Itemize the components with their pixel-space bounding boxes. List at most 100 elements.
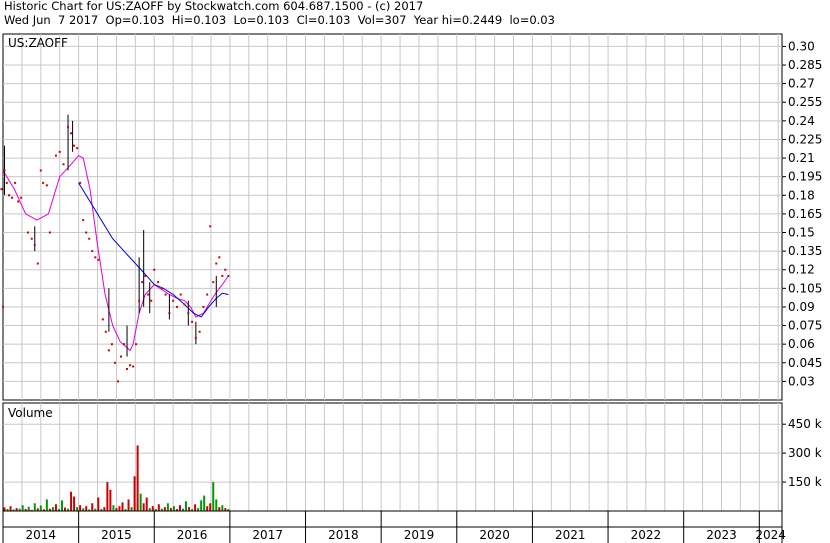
price-point xyxy=(76,147,79,150)
price-point xyxy=(135,343,138,346)
volume-bar xyxy=(200,500,203,511)
volume-bar xyxy=(3,507,6,511)
volume-bar xyxy=(79,505,82,511)
volume-bar xyxy=(112,505,115,511)
price-point xyxy=(206,293,209,296)
price-point xyxy=(194,336,197,339)
volume-bar xyxy=(97,497,100,511)
price-y-tick-label: 0.075 xyxy=(788,319,822,333)
price-point xyxy=(67,126,70,129)
price-point xyxy=(58,150,61,153)
price-y-tick-label: 0.045 xyxy=(788,356,822,370)
price-point xyxy=(101,318,104,321)
volume-y-tick-label: 300 k xyxy=(788,446,822,460)
volume-y-tick-label: 150 k xyxy=(788,475,822,489)
price-point xyxy=(17,200,20,203)
price-point xyxy=(164,293,167,296)
price-point xyxy=(202,305,205,308)
x-axis-tick-label: 2023 xyxy=(706,528,737,542)
volume-bar xyxy=(166,503,169,511)
price-point xyxy=(183,303,186,306)
volume-bar xyxy=(221,505,224,511)
price-point xyxy=(107,349,110,352)
volume-bar xyxy=(142,503,145,511)
price-y-tick-label: 0.12 xyxy=(788,263,815,277)
price-point xyxy=(129,364,132,367)
price-point xyxy=(94,256,97,259)
price-y-tick-label: 0.255 xyxy=(788,95,822,109)
price-point xyxy=(26,231,29,234)
volume-bar xyxy=(133,476,136,511)
volume-bar xyxy=(172,506,175,511)
price-y-tick-label: 0.03 xyxy=(788,374,815,388)
price-point xyxy=(8,194,11,197)
x-axis-tick-label: 2016 xyxy=(177,528,208,542)
stock-chart: US:ZAOFF 0.30 0.285 0.27 0.255 0.24 0.225 0.21… xyxy=(0,33,822,543)
volume-bar xyxy=(76,507,79,511)
price-point xyxy=(73,144,76,147)
price-point xyxy=(20,196,23,199)
volume-bar xyxy=(218,507,221,511)
price-point xyxy=(179,293,182,296)
volume-bar xyxy=(163,507,166,511)
volume-bar xyxy=(21,505,24,511)
volume-bar xyxy=(33,503,36,511)
price-point xyxy=(212,281,215,284)
price-point xyxy=(123,343,126,346)
x-axis-tick-label: 2021 xyxy=(555,528,586,542)
price-panel-title: US:ZAOFF xyxy=(8,36,68,50)
price-point xyxy=(85,231,88,234)
volume-bar xyxy=(118,506,121,511)
price-point xyxy=(227,274,230,277)
price-point xyxy=(48,231,51,234)
volume-bar xyxy=(145,497,148,511)
volume-y-tick-label: 450 k xyxy=(788,417,822,431)
price-point xyxy=(33,243,36,246)
volume-bar xyxy=(203,495,206,511)
price-point xyxy=(116,380,119,383)
price-point xyxy=(113,361,116,364)
price-point xyxy=(150,299,153,302)
volume-bar xyxy=(127,499,130,511)
volume-bar xyxy=(157,504,160,511)
price-point xyxy=(70,132,73,135)
price-point xyxy=(97,258,100,261)
price-point xyxy=(209,225,212,228)
x-axis: 2014 2015 2016 2017 2018 2019 2020 2021 2022 2023… xyxy=(2,510,786,543)
volume-bar xyxy=(178,505,181,511)
volume-y-axis: 450 k 300 k 150 k xyxy=(782,417,822,489)
price-point xyxy=(2,305,4,308)
price-y-tick-label: 0.18 xyxy=(788,188,815,202)
price-point xyxy=(221,274,224,277)
x-axis-tick-label: 2020 xyxy=(479,528,510,542)
volume-bar xyxy=(194,504,197,511)
volume-bar xyxy=(54,504,57,511)
price-y-tick-label: 0.21 xyxy=(788,151,815,165)
volume-bar xyxy=(185,501,188,511)
price-point xyxy=(119,355,122,358)
volume-bar xyxy=(73,496,76,511)
price-point xyxy=(30,237,33,240)
price-point xyxy=(144,274,147,277)
price-point xyxy=(132,365,135,368)
volume-bar xyxy=(109,489,112,511)
volume-bar xyxy=(85,506,88,511)
price-point xyxy=(110,343,113,346)
volume-bar xyxy=(215,499,218,511)
volume-bar xyxy=(103,507,106,511)
price-point xyxy=(138,299,141,302)
price-point xyxy=(62,163,65,166)
price-y-tick-label: 0.06 xyxy=(788,337,815,351)
price-point xyxy=(157,281,160,284)
price-point xyxy=(218,256,221,259)
price-point xyxy=(187,312,190,315)
x-axis-tick-label: 2019 xyxy=(404,528,435,542)
price-y-tick-label: 0.15 xyxy=(788,226,815,240)
volume-bar xyxy=(51,507,54,511)
x-axis-tick-label: 2018 xyxy=(328,528,359,542)
price-y-tick-label: 0.195 xyxy=(788,170,822,184)
price-y-tick-label: 0.30 xyxy=(788,39,815,53)
price-point xyxy=(36,262,39,265)
volume-bar xyxy=(121,502,124,511)
volume-bar xyxy=(209,503,212,511)
